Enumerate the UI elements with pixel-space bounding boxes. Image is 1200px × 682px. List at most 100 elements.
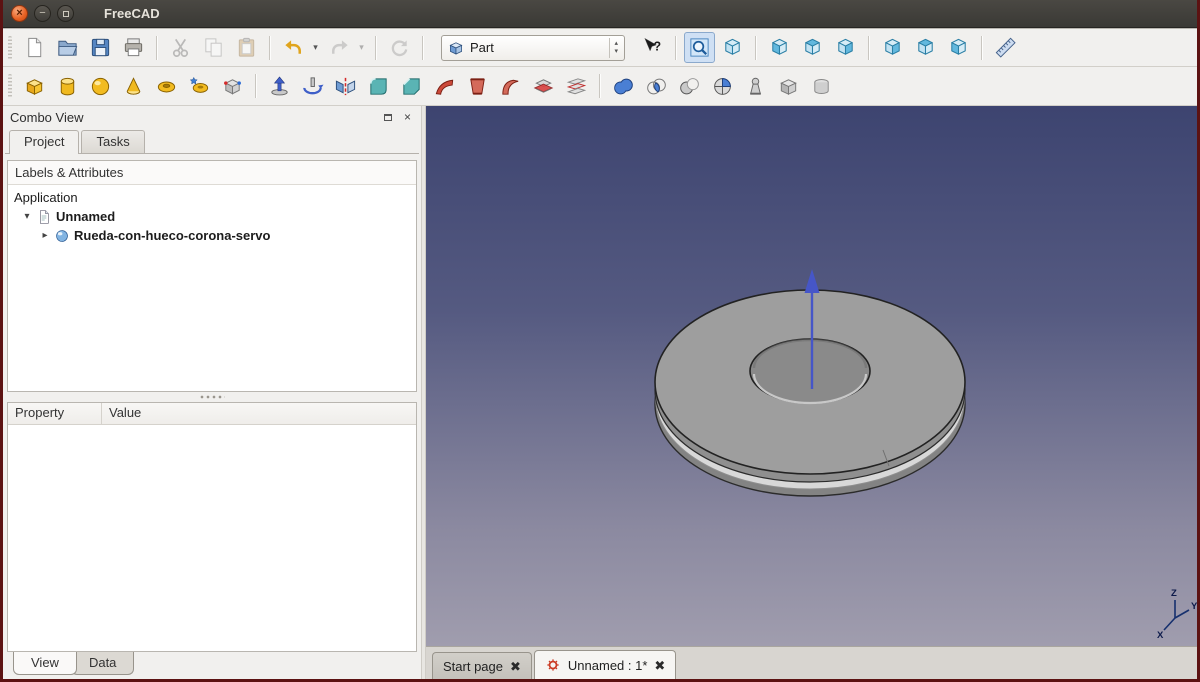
view-fit-all-button[interactable]: [684, 32, 715, 63]
panel-splitter[interactable]: [5, 392, 419, 402]
mdi-tab-unnamed-document[interactable]: Unnamed : 1*✖: [534, 650, 676, 679]
axis-z-label: Z: [1171, 588, 1177, 599]
window-maximize-button[interactable]: [57, 5, 74, 22]
measure-icon: [994, 36, 1017, 59]
doc-open-icon: [56, 36, 79, 59]
workbench-spinner-icon[interactable]: ▴▾: [609, 38, 622, 58]
part-primitives-button[interactable]: [184, 71, 215, 102]
mdi-tab-bar: Start page✖Unnamed : 1*✖: [426, 646, 1197, 679]
part-revolve-button[interactable]: [297, 71, 328, 102]
window-close-button[interactable]: ×: [11, 5, 28, 22]
model-disc[interactable]: [655, 290, 965, 496]
part-boolean-cut-button[interactable]: [674, 71, 705, 102]
part-cylinder-button[interactable]: [52, 71, 83, 102]
to-solid-icon: [777, 75, 800, 98]
toolbar-drag-handle[interactable]: [8, 36, 12, 60]
chamfer-icon: [400, 75, 423, 98]
float-panel-button[interactable]: [381, 111, 394, 124]
tree-node-label: Rueda-con-hueco-corona-servo: [74, 228, 270, 243]
doc-save-icon: [89, 36, 112, 59]
part-section-button[interactable]: [528, 71, 559, 102]
copy-button: [198, 32, 229, 63]
part-sweep-button[interactable]: [495, 71, 526, 102]
new-document-button[interactable]: [19, 32, 50, 63]
part-convert-to-solid-button[interactable]: [773, 71, 804, 102]
view-right-button[interactable]: [830, 32, 861, 63]
tree-node[interactable]: ▾ Unnamed: [8, 207, 416, 226]
part-boolean-operation-button[interactable]: [707, 71, 738, 102]
document-area: Z Y X Start page✖Unnamed : 1*✖: [426, 106, 1197, 679]
property-editor: Property Value: [7, 402, 417, 652]
tree-node-label: Unnamed: [56, 209, 115, 224]
tab-data[interactable]: Data: [71, 652, 134, 675]
part-feature-icon: [54, 228, 70, 244]
part-boolean-union-button[interactable]: [608, 71, 639, 102]
part-shapebuilder-button[interactable]: [217, 71, 248, 102]
combo-view-panel: Combo View × ProjectTasks Labels & Attri…: [3, 106, 421, 679]
3d-viewport[interactable]: Z Y X: [426, 106, 1197, 646]
part-chamfer-button[interactable]: [396, 71, 427, 102]
part-box-button[interactable]: [19, 71, 50, 102]
mdi-tab-start-page[interactable]: Start page ✖: [432, 652, 532, 679]
toolbar-part-tools: [3, 67, 1197, 106]
loft-icon: [466, 75, 489, 98]
close-icon: ×: [404, 111, 411, 123]
view-bottom-button[interactable]: [910, 32, 941, 63]
undo-button[interactable]: [278, 32, 309, 63]
workbench-selector[interactable]: Part ▴▾: [441, 35, 625, 61]
part-cross-sections-button[interactable]: [561, 71, 592, 102]
titlebar: × − FreeCAD: [3, 0, 1197, 28]
ruled-icon: [433, 75, 456, 98]
window-minimize-button[interactable]: −: [34, 5, 51, 22]
close-tab-icon[interactable]: ✖: [654, 659, 665, 672]
part-torus-button[interactable]: [151, 71, 182, 102]
close-panel-button[interactable]: ×: [401, 111, 414, 124]
part-extrude-button[interactable]: [264, 71, 295, 102]
refine-icon: [810, 75, 833, 98]
tree-node[interactable]: ▸ Rueda-con-hueco-corona-servo: [8, 226, 416, 245]
view-rear-button[interactable]: [877, 32, 908, 63]
part-mirror-button[interactable]: [330, 71, 361, 102]
measure-distance-button[interactable]: [990, 32, 1021, 63]
part-sphere-button[interactable]: [85, 71, 116, 102]
chevron-right-icon[interactable]: ▸: [40, 230, 50, 241]
part-ruled-surface-button[interactable]: [429, 71, 460, 102]
open-document-button[interactable]: [52, 32, 83, 63]
workbench-selected-label: Part: [470, 40, 604, 55]
view-top-button[interactable]: [797, 32, 828, 63]
model-tree: Application ▾ Unnamed ▸ Rueda-con-hueco-coro…: [8, 185, 416, 391]
float-icon: [384, 114, 392, 121]
part-refine-shape-button[interactable]: [806, 71, 837, 102]
save-document-button[interactable]: [85, 32, 116, 63]
part-fillet-button[interactable]: [363, 71, 394, 102]
join-icon: [744, 75, 767, 98]
view-left-button[interactable]: [943, 32, 974, 63]
tab-tasks[interactable]: Tasks: [81, 130, 144, 153]
view-axonometric-button[interactable]: [717, 32, 748, 63]
property-column-header[interactable]: Property: [8, 403, 102, 424]
tree-root-application[interactable]: Application: [8, 188, 416, 207]
cross-sections-icon: [565, 75, 588, 98]
toolbar-drag-handle[interactable]: [8, 74, 12, 98]
chevron-down-icon[interactable]: ▾: [22, 211, 32, 222]
mirror-icon: [334, 75, 357, 98]
toolbar-separator: [981, 36, 983, 60]
p-cylinder-icon: [56, 75, 79, 98]
p-cone-icon: [122, 75, 145, 98]
view-front-button[interactable]: [764, 32, 795, 63]
print-button[interactable]: [118, 32, 149, 63]
redo-button-dropdown[interactable]: ▾: [355, 33, 368, 62]
whats-this-button[interactable]: ?: [637, 32, 668, 63]
p-sphere-icon: [89, 75, 112, 98]
part-join-button[interactable]: [740, 71, 771, 102]
undo-button-dropdown[interactable]: ▾: [309, 33, 322, 62]
part-cone-button[interactable]: [118, 71, 149, 102]
part-boolean-common-button[interactable]: [641, 71, 672, 102]
mdi-tab-label: Start page: [443, 659, 503, 674]
tab-project[interactable]: Project: [9, 130, 79, 154]
tab-view[interactable]: View: [13, 652, 77, 675]
part-loft-button[interactable]: [462, 71, 493, 102]
close-tab-icon[interactable]: ✖: [510, 660, 521, 673]
value-column-header[interactable]: Value: [102, 403, 416, 424]
maximize-icon: [63, 11, 69, 17]
